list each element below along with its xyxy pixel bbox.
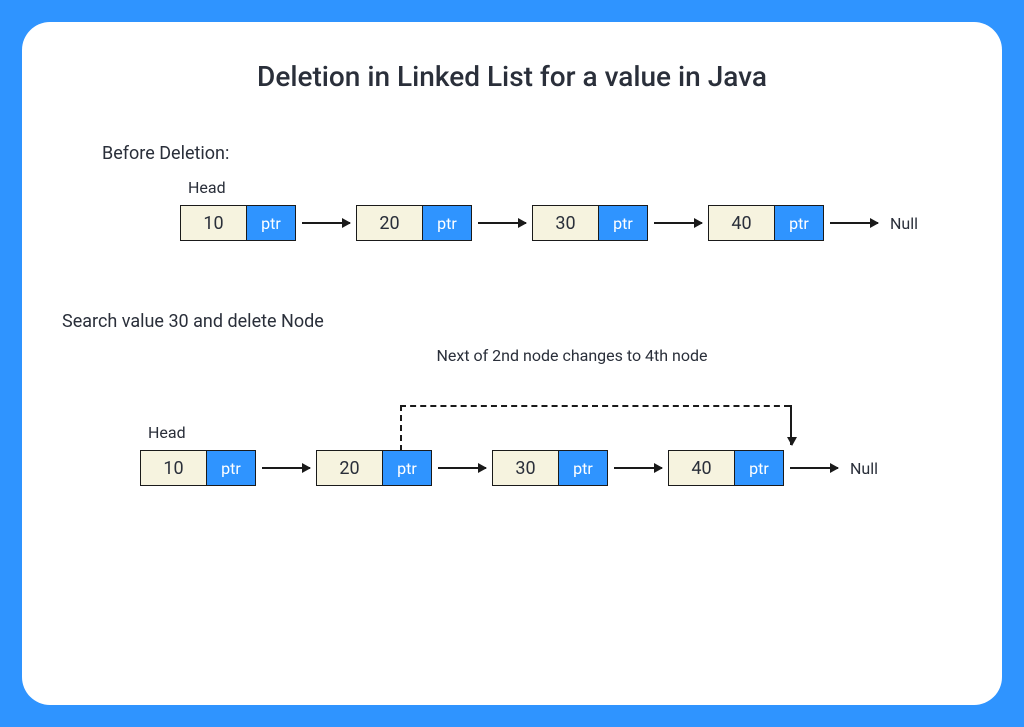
dashed-line-icon [400, 405, 790, 407]
diagram-title: Deletion in Linked List for a value in J… [62, 60, 962, 93]
arrow-icon [438, 467, 486, 469]
node-ptr: ptr [599, 206, 647, 240]
arrow-icon [654, 222, 702, 224]
node-ptr: ptr [207, 451, 255, 485]
null-label: Null [850, 459, 878, 478]
arrow-down-icon [790, 405, 792, 445]
after-row: 10 ptr 20 ptr 30 ptr 40 ptr [140, 450, 962, 486]
before-row: 10 ptr 20 ptr 30 ptr 40 ptr [180, 205, 962, 241]
arrow-icon [830, 222, 878, 224]
arrow-icon [478, 222, 526, 224]
node-value: 30 [533, 206, 599, 240]
node: 40 ptr [668, 450, 784, 486]
node-ptr: ptr [775, 206, 823, 240]
node-ptr: ptr [423, 206, 471, 240]
dashed-line-icon [400, 405, 402, 451]
node-value: 10 [181, 206, 247, 240]
arrow-icon [262, 467, 310, 469]
node-value: 20 [317, 451, 383, 485]
arrow-icon [790, 467, 838, 469]
bypass-arrow [140, 371, 962, 451]
node-value: 40 [669, 451, 735, 485]
node: 20 ptr [356, 205, 472, 241]
node-value: 30 [493, 451, 559, 485]
node-value: 20 [357, 206, 423, 240]
before-head-label: Head [188, 178, 962, 197]
node: 40 ptr [708, 205, 824, 241]
before-section: Before Deletion: Head 10 ptr 20 ptr 30 p… [102, 143, 962, 241]
after-label: Search value 30 and delete Node [62, 311, 962, 332]
diagram-canvas: Deletion in Linked List for a value in J… [22, 22, 1002, 705]
node: 10 ptr [140, 450, 256, 486]
node-value: 40 [709, 206, 775, 240]
node: 30 ptr [492, 450, 608, 486]
node: 10 ptr [180, 205, 296, 241]
node-ptr: ptr [247, 206, 295, 240]
node-value: 10 [141, 451, 207, 485]
outer-frame: Deletion in Linked List for a value in J… [0, 0, 1024, 727]
node: 20 ptr [316, 450, 432, 486]
node-ptr: ptr [559, 451, 607, 485]
before-label: Before Deletion: [102, 143, 962, 164]
node: 30 ptr [532, 205, 648, 241]
null-label: Null [890, 214, 918, 233]
node-ptr: ptr [735, 451, 783, 485]
arrow-icon [614, 467, 662, 469]
arrow-icon [302, 222, 350, 224]
bypass-caption: Next of 2nd node changes to 4th node [182, 346, 962, 365]
after-section: Search value 30 and delete Node Next of … [62, 311, 962, 486]
node-ptr: ptr [383, 451, 431, 485]
